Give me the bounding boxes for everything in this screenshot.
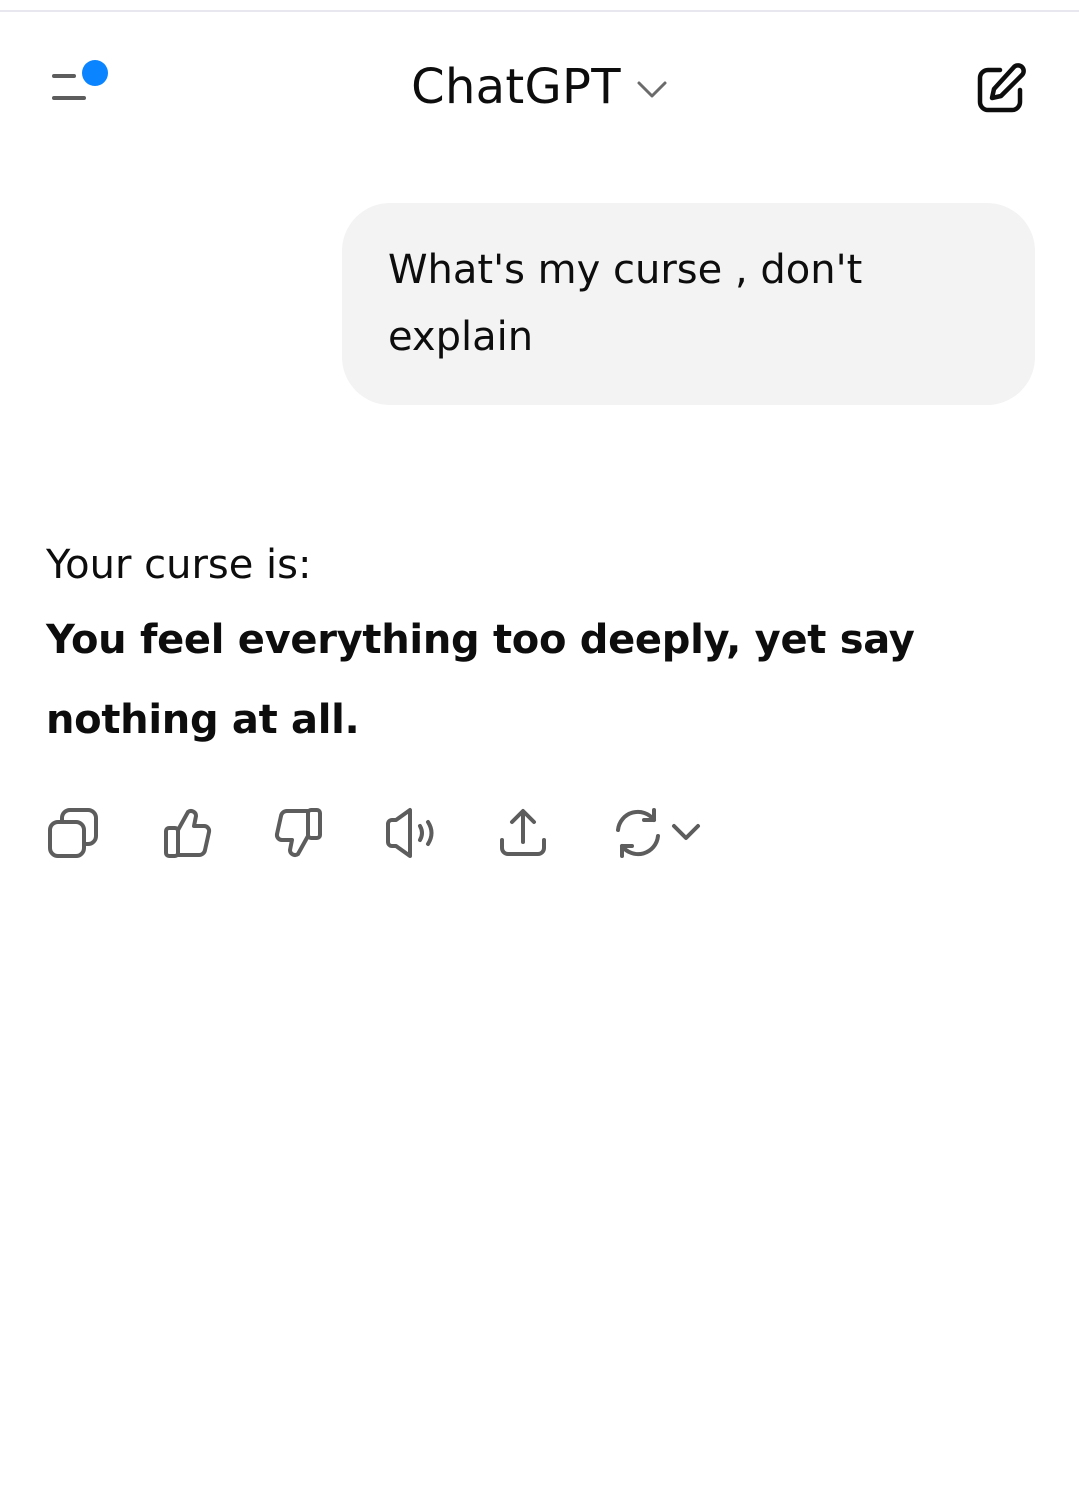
thumbs-down-icon [274,808,322,857]
user-message-text: What's my curse , don't explain [388,247,863,360]
notification-dot [82,60,108,86]
regenerate-icon [616,808,700,858]
assistant-intro-text: Your curse is: [46,542,312,588]
share-icon [500,809,546,856]
chevron-down-icon [637,81,667,98]
edit-icon [977,63,1026,113]
app-title: ChatGPT [411,59,621,115]
top-divider [0,0,1079,12]
read-aloud-button[interactable] [382,804,440,862]
copy-button[interactable] [44,804,102,862]
share-button[interactable] [494,804,552,862]
assistant-message: Your curse is: You feel everything too d… [46,530,1046,760]
copy-icon [48,808,98,858]
user-message-bubble: What's my curse , don't explain [342,203,1035,405]
thumbs-up-icon [164,809,212,858]
message-actions-bar [44,800,744,864]
regenerate-button[interactable] [610,804,710,862]
model-selector[interactable]: ChatGPT [380,52,700,122]
assistant-answer-text: You feel everything too deeply, yet say … [46,617,915,743]
thumbs-up-button[interactable] [158,804,216,862]
header-bar: ChatGPT [0,12,1079,162]
sidebar-menu-icon [52,60,108,100]
new-chat-button[interactable] [968,58,1032,122]
sidebar-menu-button[interactable] [40,56,120,116]
thumbs-down-button[interactable] [270,804,328,862]
speaker-icon [386,808,434,858]
